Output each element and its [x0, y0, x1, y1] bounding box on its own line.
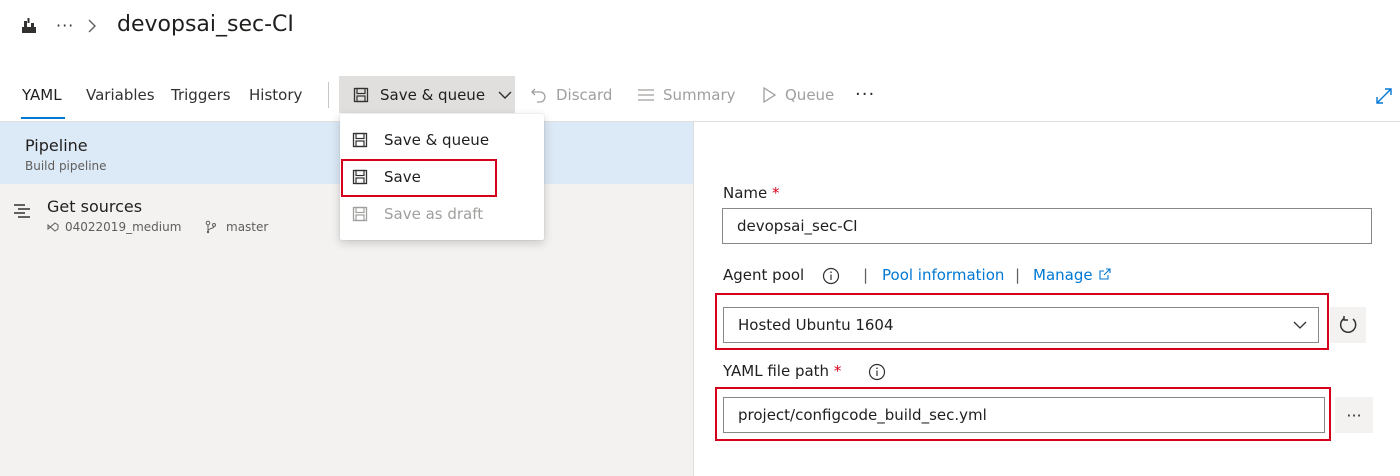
refresh-button[interactable]: [1330, 307, 1366, 343]
chevron-down-icon: [498, 90, 512, 100]
save-icon: [353, 87, 369, 103]
name-input[interactable]: devopsai_sec-CI: [722, 208, 1372, 244]
pool-information-link[interactable]: Pool information: [882, 266, 1004, 284]
tab-yaml[interactable]: YAML: [22, 86, 62, 104]
yaml-path-label: YAML file path *: [723, 362, 842, 380]
info-icon[interactable]: [868, 363, 886, 381]
list-icon: [637, 88, 663, 102]
pipeline-title: Pipeline: [25, 136, 88, 155]
name-label: Name *: [723, 184, 780, 202]
chevron-right-icon: [86, 18, 98, 34]
separator: |: [863, 266, 869, 284]
active-tab-indicator: [21, 117, 65, 119]
discard-button[interactable]: Discard: [530, 86, 612, 104]
branch-icon: [205, 220, 217, 234]
external-link-icon: [1099, 268, 1111, 280]
discard-label: Discard: [556, 86, 613, 104]
pipeline-subtitle: Build pipeline: [25, 159, 107, 173]
toolbar-divider: [328, 82, 329, 108]
undo-icon: [530, 86, 556, 104]
visual-studio-icon: [47, 221, 59, 233]
tab-variables[interactable]: Variables: [86, 86, 155, 104]
repo-name: 04022019_medium: [65, 220, 182, 234]
separator: |: [1015, 266, 1021, 284]
refresh-icon: [1338, 315, 1358, 335]
info-icon[interactable]: [822, 267, 840, 285]
summary-button[interactable]: Summary: [637, 86, 736, 104]
get-sources-icon: [13, 202, 31, 220]
get-sources-title[interactable]: Get sources: [47, 197, 142, 216]
menu-item-save-queue[interactable]: Save & queue: [352, 131, 489, 149]
tab-triggers[interactable]: Triggers: [171, 86, 231, 104]
highlight-agent-pool-box: [715, 293, 1329, 350]
summary-label: Summary: [663, 86, 736, 104]
menu-item-label: Save as draft: [384, 205, 484, 223]
queue-label: Queue: [785, 86, 835, 104]
expand-icon[interactable]: [1374, 86, 1394, 106]
branch-name: master: [226, 220, 269, 234]
menu-item-save-as-draft[interactable]: Save as draft: [352, 205, 483, 223]
save-queue-button[interactable]: Save & queue: [339, 76, 515, 113]
tab-history[interactable]: History: [249, 86, 302, 104]
save-queue-label: Save & queue: [380, 85, 486, 104]
browse-button[interactable]: ···: [1335, 397, 1373, 433]
menu-item-label: Save & queue: [384, 131, 490, 149]
agent-pool-label: Agent pool: [723, 266, 805, 284]
play-icon: [761, 86, 785, 104]
build-pipeline-icon: [20, 17, 38, 35]
save-icon: [352, 132, 384, 148]
queue-button[interactable]: Queue: [761, 86, 834, 104]
pane-divider: [693, 122, 694, 476]
save-icon: [352, 206, 384, 222]
highlight-yaml-path-box: [715, 387, 1331, 441]
toolbar-more-button[interactable]: ···: [855, 84, 875, 105]
page-title: devopsai_sec-CI: [117, 12, 294, 37]
breadcrumb-more-button[interactable]: ···: [56, 16, 74, 35]
manage-link[interactable]: Manage: [1033, 266, 1093, 284]
highlight-save-box: [341, 159, 497, 197]
